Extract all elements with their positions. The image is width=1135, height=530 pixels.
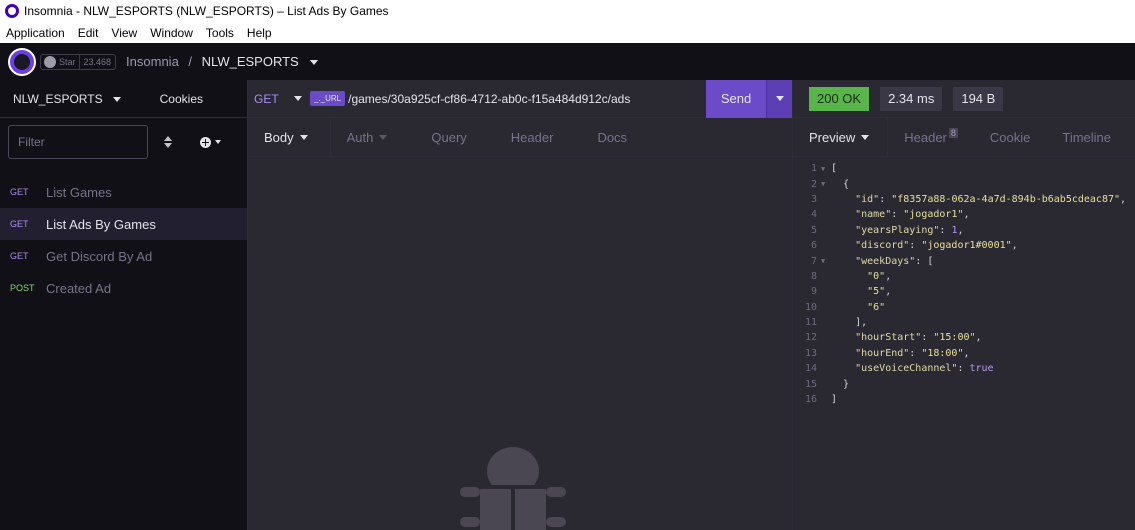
github-icon — [44, 55, 56, 68]
response-json-viewer: 1 ▼[ 2 ▼ { 3 "id": "f8357a88-062a-4a7d-894… — [793, 157, 1135, 407]
menu-application[interactable]: Application — [6, 26, 65, 40]
tab-response-header-label: Header — [904, 129, 947, 145]
request-name: List Ads By Games — [46, 216, 156, 232]
menu-window[interactable]: Window — [150, 26, 193, 40]
request-pane: GET _._URL /games/30a925cf-cf86-4712-ab0… — [248, 79, 793, 530]
response-pane: 200 OK 2.34 ms 194 B Preview Header 8 Co… — [793, 80, 1135, 530]
chevron-down-icon — [294, 96, 302, 101]
tab-header[interactable]: Header — [495, 118, 582, 156]
code-line: 10 "6" — [804, 301, 886, 313]
bug-icon — [460, 447, 566, 530]
breadcrumb-separator: / — [188, 54, 193, 69]
window-titlebar: Insomnia - NLW_ESPORTS (NLW_ESPORTS) – L… — [0, 0, 1135, 22]
method-badge: GET — [10, 187, 29, 197]
tab-response-header[interactable]: Header 8 — [888, 118, 974, 156]
code-line: 8 "0", — [810, 270, 892, 282]
code-line: 11 ], — [804, 317, 868, 329]
cookies-button[interactable]: Cookies — [160, 92, 203, 106]
tab-timeline-label: Timeline — [1062, 129, 1112, 145]
code-line: 7 ▼ "weekDays": [ — [810, 255, 934, 267]
sidebar: NLW_ESPORTS Cookies Filter GET List Game… — [0, 80, 248, 530]
chevron-down-icon[interactable] — [215, 140, 221, 144]
method-badge: GET — [10, 251, 29, 261]
chevron-down-icon — [299, 134, 308, 140]
method-label: GET — [254, 91, 279, 106]
code-line: 15 } — [804, 378, 850, 390]
url-input[interactable]: /games/30a925cf-cf86-4712-ab0c-f15a484d9… — [348, 92, 706, 106]
size-badge: 194 B — [953, 86, 1004, 111]
request-list: GET List Games GET List Ads By Games GET… — [0, 176, 247, 304]
status-badge: 200 OK — [809, 86, 870, 111]
workspace-name: NLW_ESPORTS — [13, 91, 103, 106]
method-badge: POST — [10, 283, 35, 293]
menu-edit[interactable]: Edit — [78, 26, 99, 40]
menu-tools[interactable]: Tools — [206, 26, 234, 40]
fold-arrow-icon: ▼ — [821, 180, 826, 189]
sidebar-item-created-ad[interactable]: POST Created Ad — [0, 272, 247, 304]
app-header: Star 23.468 Insomnia / NLW_ESPORTS — [0, 43, 1135, 80]
code-line: 3 "id": "f8357a88-062a-4a7d-894b-b6ab5cd… — [810, 193, 1127, 205]
fold-arrow-icon: ▼ — [821, 164, 826, 173]
tab-query-label: Query — [431, 129, 467, 145]
filter-input[interactable]: Filter — [8, 125, 148, 159]
code-line: 12 "hourStart": "15:00", — [804, 332, 982, 344]
code-line: 2 ▼ { — [810, 178, 850, 190]
tab-docs-label: Docs — [597, 129, 628, 145]
chevron-down-icon — [379, 134, 388, 140]
window-title: Insomnia - NLW_ESPORTS (NLW_ESPORTS) – L… — [24, 4, 389, 18]
code-line: 13 "hourEnd": "18:00", — [804, 347, 970, 359]
breadcrumb: Insomnia / NLW_ESPORTS — [126, 54, 319, 69]
tab-cookie-label: Cookie — [989, 129, 1031, 145]
github-star-button[interactable]: Star 23.468 — [40, 53, 117, 70]
chevron-down-icon — [775, 96, 784, 101]
tab-auth-label: Auth — [346, 129, 374, 145]
code-line: 9 "5", — [810, 286, 892, 298]
breadcrumb-project[interactable]: NLW_ESPORTS — [202, 54, 299, 69]
menu-bar: Application Edit View Window Tools Help — [0, 22, 1135, 43]
request-name: Get Discord By Ad — [46, 248, 153, 264]
tab-header-label: Header — [510, 129, 554, 145]
method-badge: GET — [10, 219, 29, 229]
request-name: List Games — [46, 184, 112, 200]
request-name: Created Ad — [46, 280, 112, 296]
code-line: 14 "useVoiceChannel": true — [804, 363, 994, 375]
workspace-dropdown[interactable]: NLW_ESPORTS — [13, 92, 121, 106]
menu-view[interactable]: View — [111, 26, 137, 40]
sidebar-item-list-ads-by-games[interactable]: GET List Ads By Games — [0, 208, 247, 240]
code-line: 16] — [804, 394, 838, 406]
chevron-down-icon — [861, 134, 870, 140]
add-icon[interactable] — [200, 136, 211, 148]
tab-cookie[interactable]: Cookie — [974, 118, 1046, 156]
tab-auth[interactable]: Auth — [331, 118, 416, 156]
tab-docs[interactable]: Docs — [581, 118, 655, 156]
send-options-button[interactable] — [766, 79, 792, 118]
header-count-badge: 8 — [948, 128, 958, 138]
chevron-down-icon — [112, 96, 121, 102]
star-label: Star — [58, 54, 80, 69]
send-button[interactable]: Send — [706, 79, 766, 118]
code-line: 4 "name": "jogador1", — [810, 209, 970, 221]
sidebar-item-list-games[interactable]: GET List Games — [0, 176, 247, 208]
tab-timeline[interactable]: Timeline — [1046, 118, 1127, 156]
sort-icon[interactable] — [162, 134, 174, 150]
tab-body[interactable]: Body — [248, 118, 331, 156]
breadcrumb-app[interactable]: Insomnia — [126, 54, 179, 69]
star-count: 23.468 — [83, 56, 112, 67]
code-line: 1 ▼[ — [810, 163, 838, 175]
time-badge: 2.34 ms — [880, 86, 943, 111]
tab-preview[interactable]: Preview — [793, 118, 889, 156]
code-line: 5 "yearsPlaying": 1, — [810, 224, 964, 236]
tab-query[interactable]: Query — [415, 118, 494, 156]
method-select[interactable]: GET — [248, 92, 310, 106]
chevron-down-icon[interactable] — [310, 60, 319, 66]
tab-preview-label: Preview — [809, 129, 856, 145]
fold-arrow-icon: ▼ — [821, 257, 826, 266]
insomnia-logo-icon — [5, 4, 19, 18]
env-variable-tag[interactable]: _._URL — [310, 91, 346, 106]
sidebar-item-get-discord-by-ad[interactable]: GET Get Discord By Ad — [0, 240, 247, 272]
menu-help[interactable]: Help — [247, 26, 272, 40]
insomnia-home-icon[interactable] — [8, 47, 36, 76]
tab-body-label: Body — [264, 129, 294, 145]
code-line: 6 "discord": "jogador1#0001", — [810, 240, 1018, 252]
